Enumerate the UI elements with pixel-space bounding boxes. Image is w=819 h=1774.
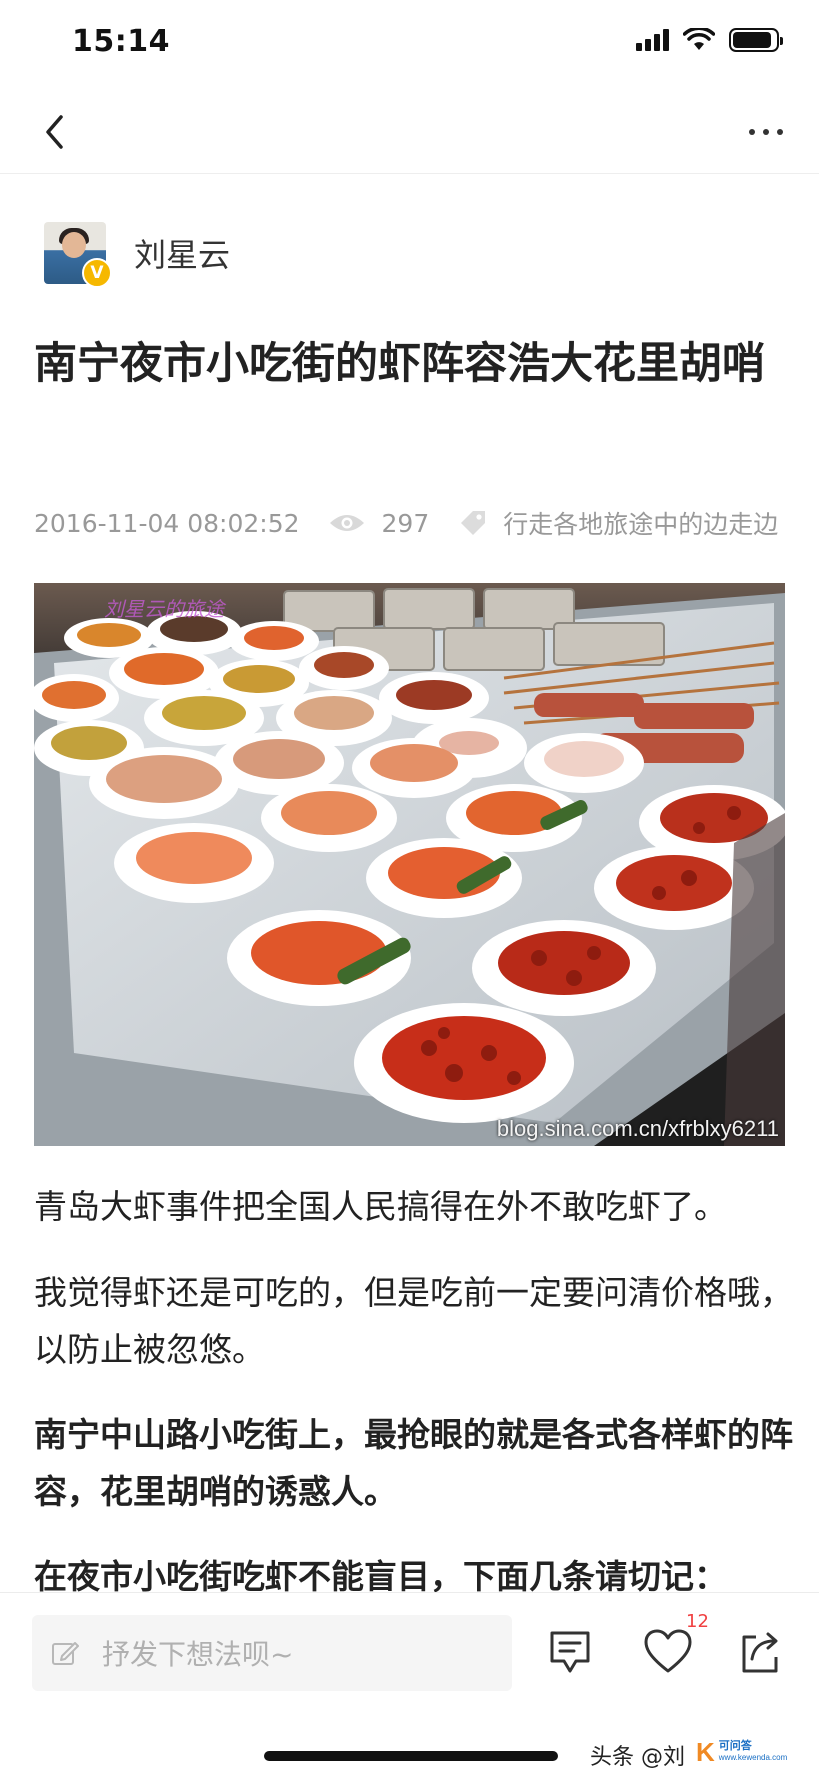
battery-icon [729, 28, 783, 52]
article-image[interactable]: 刘星云的旅途 blog.sina.com.cn/xfrblxy6211 [34, 583, 785, 1146]
comment-icon [550, 1631, 590, 1673]
paragraph: 青岛大虾事件把全国人民搞得在外不敢吃虾了。 [34, 1187, 727, 1226]
image-watermark: blog.sina.com.cn/xfrblxy6211 [496, 1116, 779, 1141]
chevron-left-icon [46, 115, 63, 149]
paragraph: 我觉得虾还是可吃的，但是吃前一定要问清价格哦，以防止被忽悠。 [34, 1273, 793, 1369]
publish-date: 2016-11-04 08:02:52 [34, 508, 300, 538]
like-button[interactable] [640, 1625, 696, 1679]
like-count: 12 [686, 1611, 709, 1632]
seafood-photo [34, 583, 785, 1146]
more-button[interactable] [741, 110, 791, 154]
share-button[interactable] [736, 1625, 784, 1679]
logo-url: www.kewenda.com [718, 1753, 788, 1762]
comment-button[interactable] [546, 1625, 594, 1679]
status-icons [636, 28, 783, 52]
image-watermark-top: 刘星云的旅途 [104, 597, 224, 621]
tag-icon [457, 507, 489, 539]
paragraph: 在夜市小吃街吃虾不能盲目，下面几条请切记： [34, 1557, 727, 1594]
view-count: 297 [381, 508, 430, 538]
edit-icon [50, 1638, 80, 1668]
status-time: 15:14 [72, 24, 170, 59]
paragraph: 南宁中山路小吃街上，最抢眼的就是各式各样虾的阵容，花里胡哨的诱惑人。 [34, 1415, 793, 1511]
cellular-signal-icon [636, 29, 669, 51]
author-row[interactable]: V 刘星云 [36, 218, 230, 288]
article-meta: 2016-11-04 08:02:52 297 行走各地旅途中的边走边 [34, 503, 794, 543]
kewenda-logo: K 可问答 www.kewenda.com [690, 1735, 796, 1769]
author-name[interactable]: 刘星云 [134, 230, 230, 276]
toutiao-credit: 头条 @刘 [590, 1745, 685, 1770]
verified-badge: V [82, 258, 112, 288]
more-dots-icon [749, 129, 755, 135]
logo-name: 可问答 [718, 1739, 752, 1752]
bottom-action-bar: 抒发下想法呗~ 12 头条 @刘 K 可问答 www.kewenda.com [0, 1592, 819, 1774]
source-tag[interactable]: 行走各地旅途中的边走边 [503, 505, 778, 541]
back-button[interactable] [30, 108, 78, 156]
status-bar: 15:14 [0, 0, 819, 88]
battery-level-fill [733, 32, 771, 48]
comment-input[interactable]: 抒发下想法呗~ [32, 1615, 512, 1691]
avatar[interactable]: V [36, 218, 114, 288]
logo-letter: K [696, 1736, 715, 1767]
eye-icon [328, 511, 366, 535]
share-icon [742, 1632, 778, 1673]
nav-bar [0, 88, 819, 174]
comment-placeholder: 抒发下想法呗~ [102, 1638, 294, 1671]
wifi-icon [683, 28, 715, 50]
article-title: 南宁夜市小吃街的虾阵容浩大花里胡哨 [34, 339, 765, 389]
heart-icon [644, 1629, 692, 1673]
home-indicator[interactable] [264, 1751, 558, 1761]
